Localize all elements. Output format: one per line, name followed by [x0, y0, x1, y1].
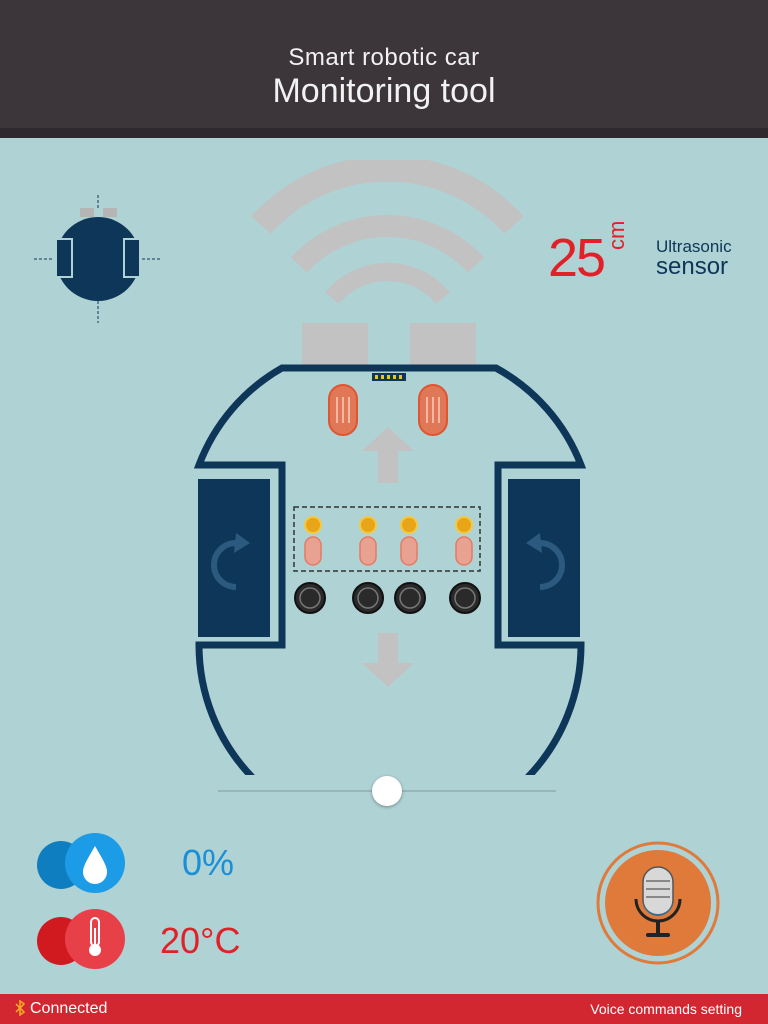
- thermometer-icon: [37, 909, 125, 969]
- app-title: Monitoring tool: [272, 72, 496, 110]
- ultrasonic-emitter-left: [302, 323, 368, 367]
- header-divider: [0, 128, 768, 138]
- humidity-value: 0%: [182, 842, 235, 883]
- bluetooth-icon: [15, 999, 26, 1017]
- wifi-signal-icon: [251, 160, 524, 304]
- ultrasonic-distance-value: 25: [548, 228, 606, 288]
- light-sensor-left: [328, 384, 358, 436]
- light-sensor-right: [418, 384, 448, 436]
- ultrasonic-emitter-right: [410, 323, 476, 367]
- line-sensor-array: [293, 506, 481, 572]
- water-drop-icon: [37, 833, 125, 893]
- wheel-right: [508, 479, 580, 637]
- connection-status-text: Connected: [30, 1000, 108, 1017]
- ultrasonic-label-line2: sensor: [656, 253, 729, 280]
- app-subtitle: Smart robotic car: [288, 44, 480, 71]
- robot-orientation-icon[interactable]: [30, 195, 170, 325]
- robot-car-diagram: [193, 323, 587, 775]
- ultrasonic-sensor-label: Ultrasonic sensor: [656, 238, 732, 280]
- speed-slider-knob[interactable]: [372, 776, 402, 806]
- status-bar: Connected Voice commands setting: [0, 994, 768, 1024]
- arrow-backward-icon: [362, 633, 414, 687]
- wheel-left: [198, 479, 270, 637]
- temperature-value: 20°C: [160, 920, 241, 961]
- voice-command-button[interactable]: [596, 841, 720, 965]
- ultrasonic-distance-unit: cm: [604, 220, 629, 250]
- connection-status: Connected: [14, 999, 108, 1018]
- arrow-forward-icon: [362, 427, 414, 483]
- app-header: Smart robotic car Monitoring tool: [0, 0, 768, 128]
- voice-commands-setting-link[interactable]: Voice commands setting: [590, 1001, 742, 1017]
